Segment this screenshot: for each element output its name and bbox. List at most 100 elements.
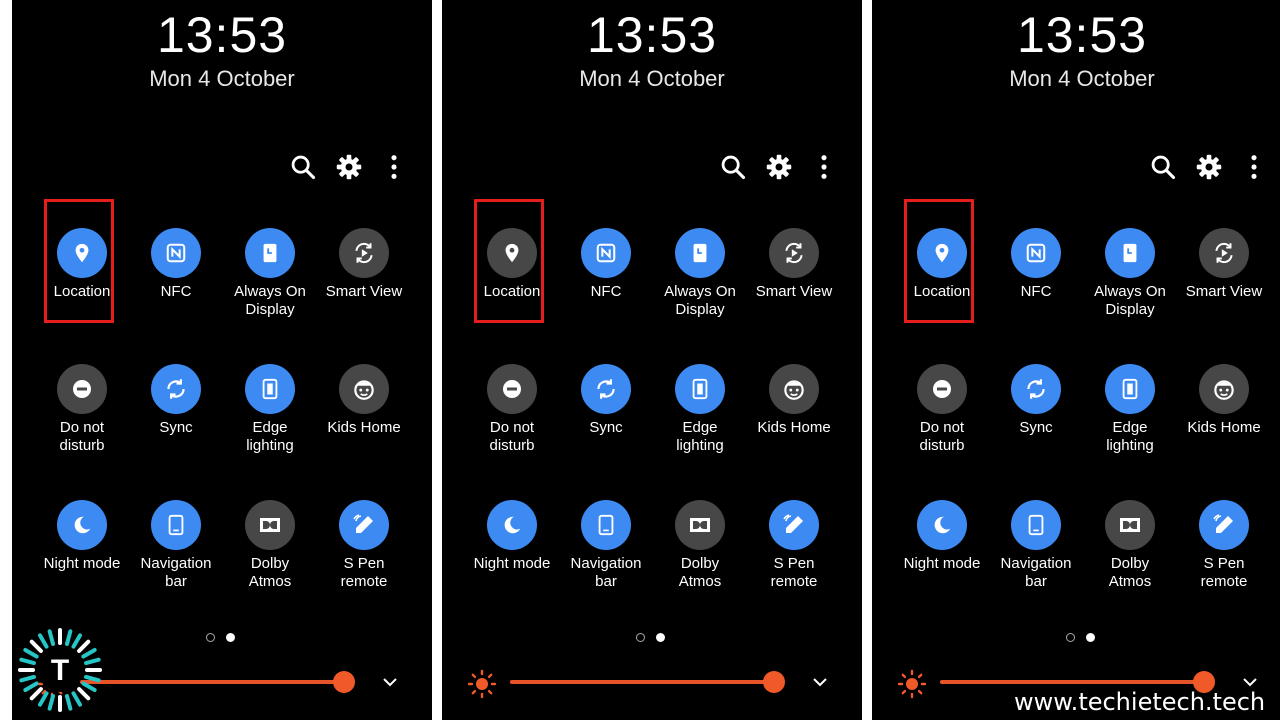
kids-home-icon — [769, 364, 819, 414]
brightness-icon — [897, 669, 927, 699]
tile-label: NFC — [1020, 283, 1052, 300]
navigation-bar-icon — [1011, 500, 1061, 550]
kids-home-icon — [339, 364, 389, 414]
edge-lighting-icon — [675, 364, 725, 414]
clock: 13:53 — [586, 7, 718, 63]
tile-label: Sync — [589, 419, 623, 436]
clock: 13:53 — [156, 7, 288, 63]
chevron-down-icon[interactable] — [810, 672, 830, 692]
always-on-display-icon — [675, 228, 725, 278]
more-vert-icon[interactable] — [810, 153, 838, 181]
page-dot-2[interactable] — [226, 633, 235, 642]
tile-label: Sync — [159, 419, 193, 436]
s-pen-icon — [1199, 500, 1249, 550]
location-highlight-box — [44, 199, 114, 323]
tile-label: S Pen remote — [770, 555, 818, 590]
edge-lighting-icon — [245, 364, 295, 414]
search-icon[interactable] — [1149, 153, 1177, 181]
sync-icon — [1011, 364, 1061, 414]
brightness-slider-thumb[interactable] — [763, 671, 785, 693]
night-mode-icon — [917, 500, 967, 550]
date: Mon 4 October — [579, 66, 725, 91]
always-on-display-icon — [1105, 228, 1155, 278]
dolby-atmos-icon — [675, 500, 725, 550]
nfc-icon — [581, 228, 631, 278]
brightness-icon — [467, 669, 497, 699]
search-icon[interactable] — [719, 153, 747, 181]
tile-label: Edge lighting — [676, 419, 724, 454]
night-mode-icon — [487, 500, 537, 550]
tile-label: Kids Home — [327, 419, 401, 436]
tile-label: Do not disturb — [489, 419, 535, 454]
page-dot-1[interactable] — [1066, 633, 1075, 642]
brightness-slider-thumb[interactable] — [333, 671, 355, 693]
more-vert-icon[interactable] — [1240, 153, 1268, 181]
gear-icon[interactable] — [765, 153, 793, 181]
date: Mon 4 October — [1009, 66, 1155, 91]
nfc-icon — [1011, 228, 1061, 278]
tile-label: Always On Display — [1094, 283, 1166, 318]
page-dot-2[interactable] — [656, 633, 665, 642]
brightness-slider-track[interactable] — [80, 680, 344, 684]
brightness-slider-track[interactable] — [940, 680, 1204, 684]
location-highlight-box — [474, 199, 544, 323]
more-vert-icon[interactable] — [380, 153, 408, 181]
clock: 13:53 — [1016, 7, 1148, 63]
sync-icon — [581, 364, 631, 414]
do-not-disturb-icon — [57, 364, 107, 414]
tile-label: Dolby Atmos — [1108, 555, 1152, 590]
tile-label: Night mode — [903, 555, 981, 572]
tile-label: Kids Home — [1187, 419, 1261, 436]
tile-label: S Pen remote — [1200, 555, 1248, 590]
tile-label: S Pen remote — [340, 555, 388, 590]
page-dot-2[interactable] — [1086, 633, 1095, 642]
tile-label: Sync — [1019, 419, 1053, 436]
gear-icon[interactable] — [335, 153, 363, 181]
smart-view-icon — [339, 228, 389, 278]
night-mode-icon — [57, 500, 107, 550]
phone-screen-3: 13:53 Mon 4 October Location NFC Always … — [872, 0, 1280, 720]
s-pen-icon — [769, 500, 819, 550]
do-not-disturb-icon — [487, 364, 537, 414]
navigation-bar-icon — [581, 500, 631, 550]
tile-label: Navigation bar — [1000, 555, 1072, 590]
tile-label: Dolby Atmos — [248, 555, 292, 590]
phone-screen-2: 13:53 Mon 4 October Location NFC Always … — [442, 0, 862, 720]
tile-label: NFC — [160, 283, 192, 300]
tile-label: Dolby Atmos — [678, 555, 722, 590]
tile-label: Smart View — [325, 283, 403, 300]
tile-label: Navigation bar — [570, 555, 642, 590]
smart-view-icon — [769, 228, 819, 278]
tile-label: Always On Display — [664, 283, 736, 318]
brightness-slider-track[interactable] — [510, 680, 774, 684]
tile-label: Do not disturb — [59, 419, 105, 454]
date: Mon 4 October — [149, 66, 295, 91]
tile-label: Always On Display — [234, 283, 306, 318]
gear-icon[interactable] — [1195, 153, 1223, 181]
nfc-icon — [151, 228, 201, 278]
edge-lighting-icon — [1105, 364, 1155, 414]
phone-screen-1: 13:53 Mon 4 October Location NFC Always … — [12, 0, 432, 720]
chevron-down-icon[interactable] — [380, 672, 400, 692]
page-dot-1[interactable] — [206, 633, 215, 642]
tile-label: Navigation bar — [140, 555, 212, 590]
s-pen-icon — [339, 500, 389, 550]
dolby-atmos-icon — [245, 500, 295, 550]
tile-label: Edge lighting — [246, 419, 294, 454]
sync-icon — [151, 364, 201, 414]
page-dot-1[interactable] — [636, 633, 645, 642]
location-highlight-box — [904, 199, 974, 323]
tile-label: Smart View — [1185, 283, 1263, 300]
tile-label: Edge lighting — [1106, 419, 1154, 454]
do-not-disturb-icon — [917, 364, 967, 414]
smart-view-icon — [1199, 228, 1249, 278]
navigation-bar-icon — [151, 500, 201, 550]
watermark: www.techietech.tech — [1014, 688, 1266, 716]
techietech-logo: T — [18, 628, 102, 712]
logo-letter: T — [51, 654, 69, 687]
always-on-display-icon — [245, 228, 295, 278]
search-icon[interactable] — [289, 153, 317, 181]
dolby-atmos-icon — [1105, 500, 1155, 550]
tile-label: NFC — [590, 283, 622, 300]
tile-label: Do not disturb — [919, 419, 965, 454]
